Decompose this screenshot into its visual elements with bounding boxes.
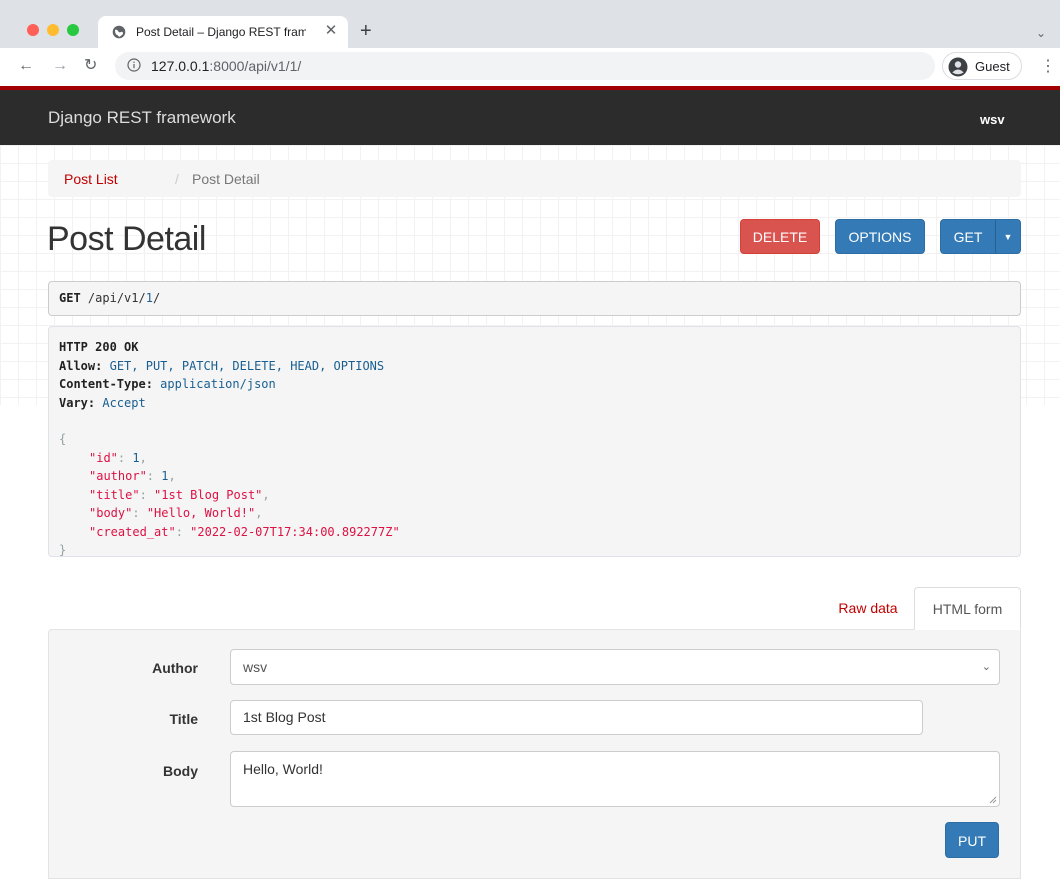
json-open-brace: { — [59, 432, 67, 446]
body-textarea[interactable]: Hello, World! — [230, 751, 1000, 807]
plus-icon[interactable]: + — [360, 21, 372, 41]
info-icon[interactable] — [127, 58, 141, 72]
json-field: "body": "Hello, World!", — [89, 506, 263, 520]
user-menu[interactable]: wsv — [980, 112, 1005, 127]
profile-button[interactable]: Guest — [942, 52, 1022, 80]
get-button[interactable]: GET — [940, 219, 996, 254]
reload-icon[interactable]: ↻ — [84, 56, 97, 76]
breadcrumb-separator: / — [175, 171, 179, 187]
caret-down-icon: ▼ — [1003, 232, 1013, 242]
get-format-dropdown[interactable]: ▼ — [995, 219, 1021, 254]
globe-icon — [112, 25, 126, 39]
request-path: /api/v1/1/ — [87, 291, 161, 305]
author-label: Author — [152, 660, 198, 676]
profile-icon — [948, 57, 968, 77]
url-text: 127.0.0.1:8000/api/v1/1/ — [151, 58, 302, 74]
response-header: Vary: Accept — [59, 395, 146, 410]
forward-icon[interactable]: → — [52, 56, 68, 76]
back-icon[interactable]: ← — [18, 56, 34, 76]
response-info: HTTP 200 OK Allow: GET, PUT, PATCH, DELE… — [48, 326, 1021, 557]
chevron-down-icon: ⌄ — [981, 661, 991, 673]
tab-raw-data[interactable]: Raw data — [822, 587, 914, 629]
browser-toolbar: ← → ↻ 127.0.0.1:8000/api/v1/1/ Guest ⋮ — [0, 48, 1060, 86]
profile-label: Guest — [975, 59, 1010, 74]
json-field: "id": 1, — [89, 450, 147, 465]
chevron-down-icon[interactable]: ⌄ — [1036, 26, 1046, 40]
json-field: "created_at": "2022-02-07T17:34:00.89227… — [89, 524, 400, 539]
put-button[interactable]: PUT — [945, 822, 999, 858]
address-bar[interactable]: 127.0.0.1:8000/api/v1/1/ — [115, 52, 935, 80]
author-select[interactable]: wsv ⌄ — [230, 649, 1000, 685]
breadcrumb: Post List / Post Detail — [48, 160, 1021, 197]
tab-html-form[interactable]: HTML form — [914, 587, 1021, 630]
kebab-menu-icon[interactable]: ⋮ — [1040, 56, 1056, 76]
browser-tab-strip: Post Detail – Django REST fram ✕ + ⌄ — [0, 0, 1060, 48]
title-label: Title — [169, 711, 198, 727]
zoom-window-button[interactable] — [67, 24, 79, 36]
browser-tab[interactable]: Post Detail – Django REST fram ✕ — [98, 16, 348, 48]
response-body: { "id": 1, "author": 1, "title": "1st Bl… — [59, 430, 1010, 560]
resize-handle-icon[interactable] — [989, 796, 997, 804]
close-icon[interactable]: ✕ — [322, 22, 340, 40]
response-header: Content-Type: application/json — [59, 377, 276, 391]
json-close-brace: } — [59, 543, 67, 557]
options-button[interactable]: OPTIONS — [835, 219, 925, 254]
tab-title: Post Detail – Django REST fram — [136, 25, 306, 39]
request-info: GET /api/v1/1/ — [48, 281, 1021, 316]
page-title: Post Detail — [47, 220, 206, 258]
delete-button[interactable]: DELETE — [740, 219, 820, 254]
navbar: Django REST framework wsv — [0, 90, 1060, 145]
json-field: "author": 1, — [89, 469, 176, 483]
body-text: Hello, World! — [243, 761, 323, 777]
author-selected-value: wsv — [243, 659, 268, 675]
body-label: Body — [163, 763, 198, 779]
breadcrumb-link-post-list[interactable]: Post List — [64, 171, 118, 187]
brand-link[interactable]: Django REST framework — [48, 108, 236, 128]
minimize-window-button[interactable] — [47, 24, 59, 36]
breadcrumb-current: Post Detail — [192, 171, 260, 187]
title-input[interactable]: 1st Blog Post — [230, 700, 923, 735]
json-field: "title": "1st Blog Post", — [89, 487, 270, 502]
request-method: GET — [59, 291, 81, 305]
response-status: HTTP 200 OK — [59, 340, 139, 354]
response-header: Allow: GET, PUT, PATCH, DELETE, HEAD, OP… — [59, 358, 385, 373]
close-window-button[interactable] — [27, 24, 39, 36]
